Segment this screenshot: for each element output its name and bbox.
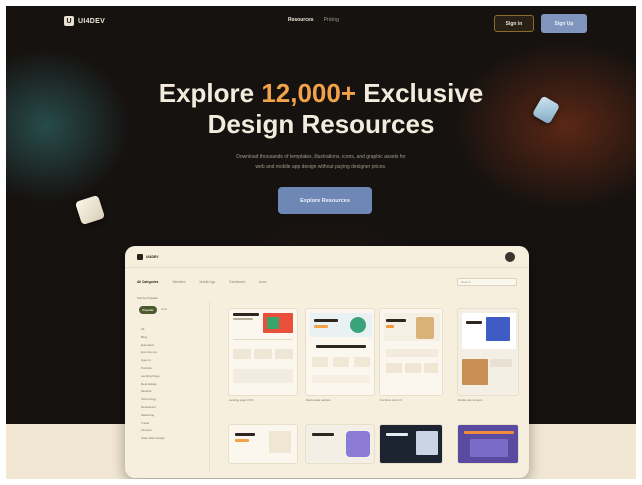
resource-card-caption: Furniture store UI	[380, 398, 402, 402]
sign-up-button[interactable]: Sign Up	[541, 14, 587, 33]
logo-icon: U	[64, 16, 74, 26]
top-navigation: U UI4DEV Resources Pricing Sign in Sign …	[6, 6, 636, 42]
resource-card-thumbnail	[379, 308, 443, 396]
mockup-sidebar-item: Travel	[141, 420, 150, 425]
hero-title-pre: Explore	[158, 78, 262, 108]
nav-link-resources[interactable]: Resources	[288, 17, 314, 23]
mockup-divider	[209, 302, 210, 472]
nav-links: Resources Pricing	[288, 17, 339, 23]
mockup-logo-icon	[137, 254, 143, 260]
mockup-sidebar-item: Ecommerce	[141, 350, 158, 355]
mockup-sidebar-item: Finance	[141, 428, 152, 433]
mockup-avatar	[505, 252, 515, 262]
mockup-filter-pill: New	[161, 307, 168, 311]
mockup-topbar: UI4DEV	[125, 246, 529, 268]
resource-card-thumbnail	[457, 308, 519, 396]
hero-title-accent: 12,000+	[261, 78, 357, 108]
mockup-filter-pill-active: Popular	[139, 306, 157, 314]
hero-title-post: Exclusive	[356, 78, 484, 108]
nav-link-pricing[interactable]: Pricing	[324, 17, 339, 23]
mockup-tab: Websites	[172, 280, 186, 284]
mockup-sidebar-item: Marketing	[141, 412, 155, 417]
mockup-sidebar-item: Saas Web Design	[141, 436, 165, 441]
explore-resources-button[interactable]: Explore Resources	[278, 187, 372, 214]
mockup-logo: UI4DEV	[137, 254, 159, 260]
mockup-sidebar-item: Blog	[141, 334, 148, 339]
hero-subtitle-line1: Download thousands of templates, illustr…	[236, 154, 406, 160]
mockup-sidebar-item: Landing Page	[141, 373, 160, 378]
mockup-tab: Dashboard	[229, 280, 245, 284]
resource-card-caption: Landing page UI Kit	[229, 398, 254, 402]
resource-card-thumbnail	[305, 424, 375, 464]
app-mockup: UI4DEV All Categories Websites Mobile Ap…	[125, 246, 529, 478]
mockup-sidebar-item: Agency	[141, 358, 152, 363]
mockup-sidebar-item: Medical	[141, 389, 152, 394]
resource-card-caption: Real estate website	[306, 398, 331, 402]
mockup-brand: UI4DEV	[146, 255, 159, 259]
mockup-sidebar-item: Education	[141, 342, 155, 347]
mockup-sidebar-item: Restaurant	[141, 404, 156, 409]
brand-logo[interactable]: U UI4DEV	[64, 14, 105, 28]
page-frame: U UI4DEV Resources Pricing Sign in Sign …	[6, 6, 636, 479]
hero-subtitle-line2: web and mobile app design without paying…	[255, 164, 387, 170]
resource-card-caption: Mobile app screens	[458, 398, 483, 402]
mockup-sidebar: All Blog Education Ecommerce Agency Port…	[141, 326, 201, 443]
sign-in-button[interactable]: Sign in	[494, 15, 534, 32]
mockup-tabs: All Categories Websites Mobile App Dashb…	[137, 280, 267, 284]
resource-card-thumbnail	[457, 424, 519, 464]
mockup-sidebar-item: Real Estate	[141, 381, 157, 386]
mockup-tab: Icons	[258, 280, 267, 284]
resource-card-thumbnail	[228, 424, 298, 464]
hero-subtitle: Download thousands of templates, illustr…	[176, 152, 466, 172]
resource-card-thumbnail	[379, 424, 443, 464]
mockup-sidebar-item: Technology	[141, 397, 157, 402]
mockup-filter-label: Sort by Popular	[137, 296, 158, 300]
mockup-search-input: Search	[457, 278, 517, 286]
mockup-tab: Mobile App	[199, 280, 216, 284]
brand-name: UI4DEV	[78, 17, 106, 25]
mockup-tab: All Categories	[137, 280, 159, 284]
mockup-sidebar-item: Portfolio	[141, 365, 153, 370]
resource-card-thumbnail	[305, 308, 375, 396]
resource-card-thumbnail	[228, 308, 298, 396]
mockup-sidebar-item: All	[141, 327, 145, 331]
